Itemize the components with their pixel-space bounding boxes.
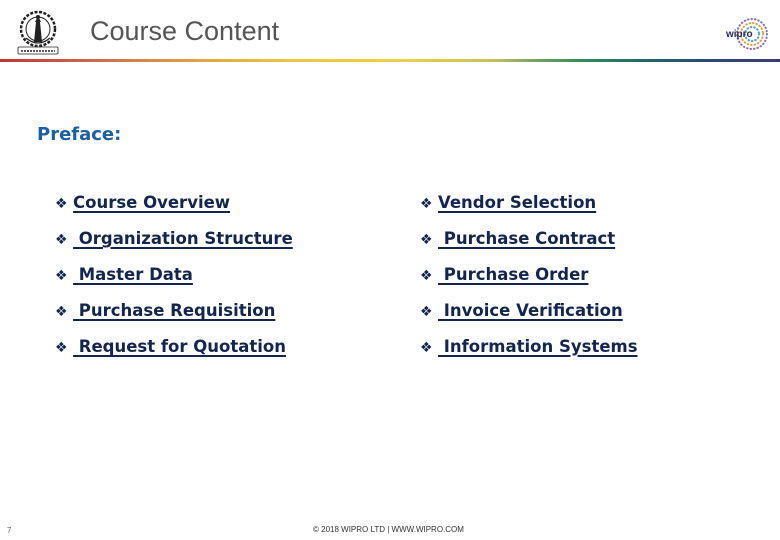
diamond-bullet-icon: ❖ — [55, 268, 68, 284]
topics-left-column: ❖ Course Overview ❖ Organization Structu… — [55, 191, 293, 371]
diamond-bullet-icon: ❖ — [55, 340, 68, 356]
institute-emblem-logo — [12, 8, 64, 58]
topic-item[interactable]: ❖ Organization Structure — [55, 227, 293, 263]
diamond-bullet-icon: ❖ — [420, 268, 433, 284]
gradient-divider — [0, 59, 780, 62]
diamond-bullet-icon: ❖ — [420, 196, 433, 212]
topic-link-course-overview[interactable]: Course Overview — [73, 191, 230, 215]
topic-item[interactable]: ❖ Vendor Selection — [420, 191, 638, 227]
topic-link-request-for-quotation[interactable]: Request for Quotation — [73, 335, 286, 359]
topic-item[interactable]: ❖ Request for Quotation — [55, 335, 293, 371]
slide-header: Course Content wipro — [0, 0, 780, 64]
preface-heading: Preface: — [37, 124, 122, 145]
topic-item[interactable]: ❖ Purchase Order — [420, 263, 638, 299]
topic-item[interactable]: ❖ Invoice Verification — [420, 299, 638, 335]
footer-copyright: © 2018 WIPRO LTD | WWW.WIPRO.COM — [313, 525, 464, 534]
topic-link-master-data[interactable]: Master Data — [73, 263, 193, 287]
topic-link-purchase-contract[interactable]: Purchase Contract — [438, 227, 615, 251]
page-number: 7 — [7, 526, 12, 535]
diamond-bullet-icon: ❖ — [55, 196, 68, 212]
diamond-bullet-icon: ❖ — [55, 232, 68, 248]
svg-text:wipro: wipro — [725, 29, 753, 40]
diamond-bullet-icon: ❖ — [420, 304, 433, 320]
topic-item[interactable]: ❖ Purchase Contract — [420, 227, 638, 263]
diamond-bullet-icon: ❖ — [420, 232, 433, 248]
diamond-bullet-icon: ❖ — [420, 340, 433, 356]
topic-link-vendor-selection[interactable]: Vendor Selection — [438, 191, 596, 215]
wipro-logo: wipro — [722, 14, 770, 54]
topic-link-invoice-verification[interactable]: Invoice Verification — [438, 299, 623, 323]
topic-link-purchase-requisition[interactable]: Purchase Requisition — [73, 299, 276, 323]
topic-item[interactable]: ❖ Course Overview — [55, 191, 293, 227]
topic-item[interactable]: ❖ Master Data — [55, 263, 293, 299]
topic-link-information-systems[interactable]: Information Systems — [438, 335, 638, 359]
diamond-bullet-icon: ❖ — [55, 304, 68, 320]
topics-right-column: ❖ Vendor Selection ❖ Purchase Contract ❖… — [420, 191, 638, 371]
topic-item[interactable]: ❖ Information Systems — [420, 335, 638, 371]
topic-link-organization-structure[interactable]: Organization Structure — [73, 227, 293, 251]
slide-title: Course Content — [90, 16, 280, 46]
topic-item[interactable]: ❖ Purchase Requisition — [55, 299, 293, 335]
topic-link-purchase-order[interactable]: Purchase Order — [438, 263, 589, 287]
